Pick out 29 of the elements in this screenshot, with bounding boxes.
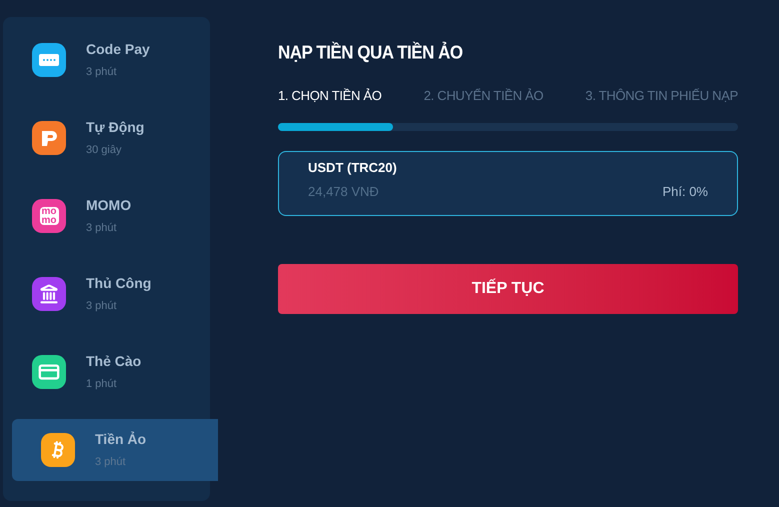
method-name: Tự Động <box>86 118 144 138</box>
momo-logo: mo mo <box>40 207 58 225</box>
method-time: 30 giây <box>86 143 122 158</box>
method-time: 3 phút <box>86 65 118 80</box>
coin-name: USDT (TRC20) <box>308 159 397 177</box>
method-name: MOMO <box>86 196 132 216</box>
method-time: 3 phút <box>86 299 118 314</box>
sidebar-item[interactable]: Code Pay 3 phút <box>3 29 210 91</box>
continue-button[interactable]: TIẾP TỤC <box>278 264 738 314</box>
method-name: Code Pay <box>86 40 150 60</box>
page-title: NẠP TIỀN QUA TIỀN ẢO <box>278 40 464 65</box>
step-tab[interactable]: 1. CHỌN TIỀN ẢO <box>278 86 382 105</box>
coin-rate: 24,478 VNĐ <box>308 182 380 200</box>
method-name: Tiền Ảo <box>95 430 146 450</box>
method-time: 3 phút <box>86 221 118 236</box>
method-time: 1 phút <box>86 377 118 392</box>
coin-option[interactable]: USDT (TRC20) 24,478 VNĐ Phí: 0% <box>278 151 738 216</box>
method-name: Thẻ Cào <box>86 352 142 372</box>
sidebar-item[interactable]: Tự Động 30 giây <box>3 107 210 169</box>
p-logo-icon <box>39 128 59 148</box>
coin-fee: Phí: 0% <box>662 182 708 200</box>
sidebar-item[interactable]: Thủ Công 3 phút <box>3 263 210 325</box>
sidebar-item[interactable]: Thẻ Cào 1 phút <box>3 341 210 403</box>
method-name: Thủ Công <box>86 274 152 294</box>
bank-icon <box>39 284 59 304</box>
sidebar-item[interactable]: mo mo MOMO 3 phút <box>3 185 210 247</box>
sidebar-item[interactable]: Tiền Ảo 3 phút <box>12 419 218 481</box>
method-time: 3 phút <box>95 455 127 470</box>
keypad-icon <box>39 54 59 66</box>
